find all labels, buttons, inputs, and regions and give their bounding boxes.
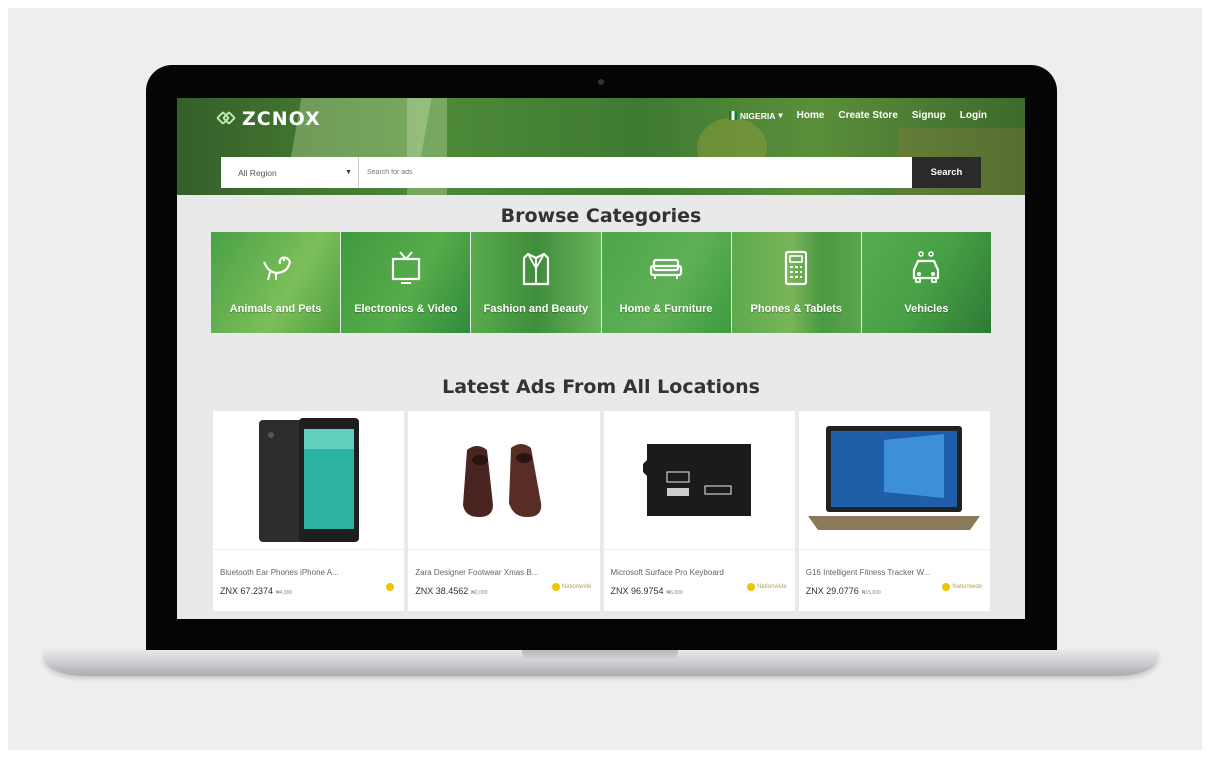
ad-card[interactable]: Microsoft Surface Pro Keyboard ZNX 96.97… (603, 411, 795, 611)
ad-location: Nationwide (942, 583, 982, 591)
ad-old-price: ₦6,000 (666, 590, 683, 596)
latest-ads-grid: Bluetooth Ear Phones iPhone A... ZNX 67.… (213, 411, 990, 611)
ad-image (408, 411, 600, 550)
ad-title: Microsoft Surface Pro Keyboard (610, 568, 724, 577)
shoes-product-image (462, 444, 542, 517)
ad-price: ZNX 38.4562 ₦2,000 (415, 586, 487, 596)
ad-title: G16 Intelligent Fitness Tracker W... (805, 568, 931, 577)
ad-price: ZNX 96.9754 ₦6,000 (611, 586, 683, 596)
ad-location: Nationwide (551, 583, 592, 591)
featured-badge-icon (551, 583, 560, 591)
calculator-icon (785, 250, 808, 286)
category-tile-phones-tablets[interactable]: Phones & Tablets (731, 232, 861, 333)
category-grid: Animals and Pets Electronics & Video Fas… (211, 232, 992, 333)
webcam-icon (598, 79, 604, 85)
ad-card[interactable]: Bluetooth Ear Phones iPhone A... ZNX 67.… (213, 411, 405, 611)
phone-product-image (258, 418, 359, 542)
featured-badge-icon (386, 583, 395, 591)
category-tile-vehicles[interactable]: Vehicles (861, 232, 992, 333)
category-tile-fashion-and-beauty[interactable]: Fashion and Beauty (471, 232, 601, 333)
ad-old-price: ₦2,000 (471, 590, 488, 596)
ad-title: Zara Designer Footwear Xmas B... (415, 568, 539, 577)
memory-card-product-image (643, 444, 752, 516)
logo-icon (215, 109, 237, 129)
sofa-icon (649, 258, 683, 279)
category-label: Electronics & Video (354, 303, 458, 315)
logo-text: ZCNOX (242, 108, 321, 130)
nav-signup-link[interactable]: Signup (912, 110, 946, 121)
ad-card[interactable]: G16 Intelligent Fitness Tracker W... ZNX… (798, 411, 990, 611)
latest-ads-heading: Latest Ads From All Locations (442, 376, 760, 398)
search-button[interactable]: Search (912, 157, 981, 188)
ad-price: ZNX 67.2374 ₦4,000 (220, 586, 292, 596)
shirt-icon (522, 252, 550, 286)
website-screen: ZCNOX NIGERIA ▾ Home Create Store Signup… (177, 98, 1025, 619)
region-select-value: All Region (238, 167, 277, 178)
category-label: Fashion and Beauty (483, 303, 589, 315)
category-tile-home-furniture[interactable]: Home & Furniture (601, 232, 731, 333)
ad-title: Bluetooth Ear Phones iPhone A... (220, 568, 339, 577)
category-label: Home & Furniture (619, 303, 713, 315)
browse-categories-heading: Browse Categories (500, 205, 702, 227)
car-icon (913, 251, 940, 283)
chevron-down-icon: ▾ (778, 110, 783, 120)
ad-location-label: Nationwide (757, 584, 787, 590)
nav-home-link[interactable]: Home (797, 110, 825, 121)
ad-image (213, 411, 405, 550)
search-input[interactable] (359, 157, 912, 188)
ad-card[interactable]: Zara Designer Footwear Xmas B... ZNX 38.… (408, 411, 600, 611)
ad-location-label: Nationwide (952, 584, 982, 590)
region-select[interactable]: All Region ▼ (221, 157, 359, 188)
laptop-notch (522, 650, 678, 661)
ad-old-price: ₦15,000 (861, 590, 881, 596)
ad-old-price: ₦4,000 (276, 590, 293, 596)
country-label: NIGERIA (739, 110, 776, 121)
ad-location (386, 583, 396, 591)
ad-price-value: ZNX 38.4562 (415, 586, 469, 596)
featured-badge-icon (747, 583, 756, 591)
top-nav: NIGERIA ▾ Home Create Store Signup Login (728, 110, 987, 121)
category-tile-animals-and-pets[interactable]: Animals and Pets (211, 232, 341, 333)
tv-icon (391, 251, 420, 284)
ad-location-label: Nationwide (561, 584, 592, 590)
category-label: Vehicles (904, 303, 949, 315)
hero-header: ZCNOX NIGERIA ▾ Home Create Store Signup… (177, 98, 1025, 195)
bird-icon (262, 256, 291, 281)
site-logo[interactable]: ZCNOX (215, 108, 321, 130)
caret-down-icon: ▼ (345, 169, 352, 176)
ad-image (603, 411, 795, 550)
laptop-product-image (808, 426, 981, 530)
category-label: Phones & Tablets (750, 303, 843, 315)
nav-create-store-link[interactable]: Create Store (838, 110, 897, 121)
ad-price: ZNX 29.0776 ₦15,000 (806, 586, 881, 596)
ad-location: Nationwide (747, 583, 787, 591)
nigeria-flag-icon (728, 111, 737, 120)
search-bar: All Region ▼ Search (221, 157, 981, 188)
ad-price-value: ZNX 67.2374 (220, 586, 274, 596)
category-label: Animals and Pets (229, 303, 322, 315)
ad-price-value: ZNX 29.0776 (805, 586, 859, 596)
ad-price-value: ZNX 96.9754 (610, 586, 664, 596)
featured-badge-icon (942, 583, 951, 591)
ad-image (798, 411, 990, 550)
nav-login-link[interactable]: Login (960, 110, 987, 121)
category-tile-electronics-video[interactable]: Electronics & Video (341, 232, 471, 333)
country-selector[interactable]: NIGERIA ▾ (728, 110, 783, 121)
